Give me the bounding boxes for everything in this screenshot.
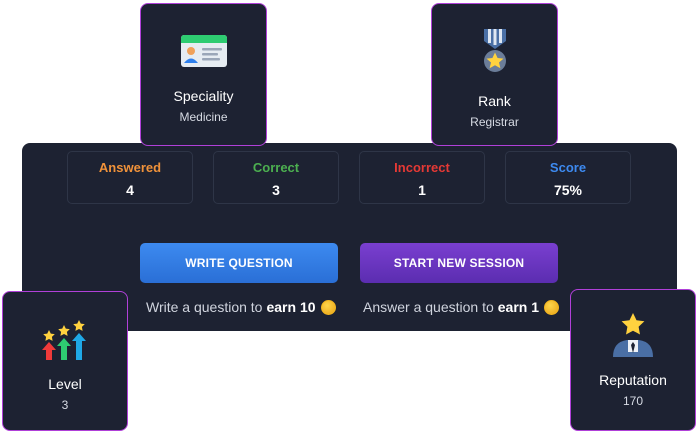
stat-value: 1 [418,182,426,198]
medal-icon [483,29,506,72]
stat-value: 75% [553,182,583,198]
speciality-card: Speciality Medicine [140,3,267,146]
write-hint-reward: earn 10 [266,299,316,315]
level-title: Level [48,376,82,392]
stat-value: 3 [272,182,280,198]
stat-incorrect: Incorrect 1 [359,151,485,204]
stat-answered: Answered 4 [67,151,193,204]
rank-card: Rank Registrar [431,3,558,146]
write-hint-text: Write a question to [146,299,263,315]
level-card: Level 3 [2,291,128,431]
start-new-session-button[interactable]: START NEW SESSION [360,243,558,283]
id-card-icon [180,35,227,67]
stat-label: Answered [98,160,162,175]
write-question-button[interactable]: WRITE QUESTION [140,243,338,283]
answer-earn-hint: Answer a question to earn 1 [363,297,559,317]
coin-icon [544,299,559,315]
level-value: 3 [61,398,69,412]
speciality-value: Medicine [179,110,228,124]
user-star-icon [613,313,653,357]
stat-label: Correct [252,160,300,175]
stat-score: Score 75% [505,151,631,204]
dashboard: Answered 4 Correct 3 Incorrect 1 Score 7… [0,0,699,434]
answer-hint-reward: earn 1 [497,299,539,315]
speciality-title: Speciality [173,88,234,104]
rank-value: Registrar [470,115,519,129]
stat-label: Score [549,160,587,175]
coin-icon [320,299,336,315]
stat-label: Incorrect [394,160,450,175]
reputation-value: 170 [622,394,644,408]
rank-title: Rank [478,93,511,109]
stat-correct: Correct 3 [213,151,339,204]
level-up-arrows-icon [42,320,86,360]
reputation-title: Reputation [599,372,667,388]
write-earn-hint: Write a question to earn 10 [146,297,336,317]
stat-value: 4 [126,182,134,198]
answer-hint-text: Answer a question to [363,299,494,315]
reputation-card: Reputation 170 [570,289,696,431]
